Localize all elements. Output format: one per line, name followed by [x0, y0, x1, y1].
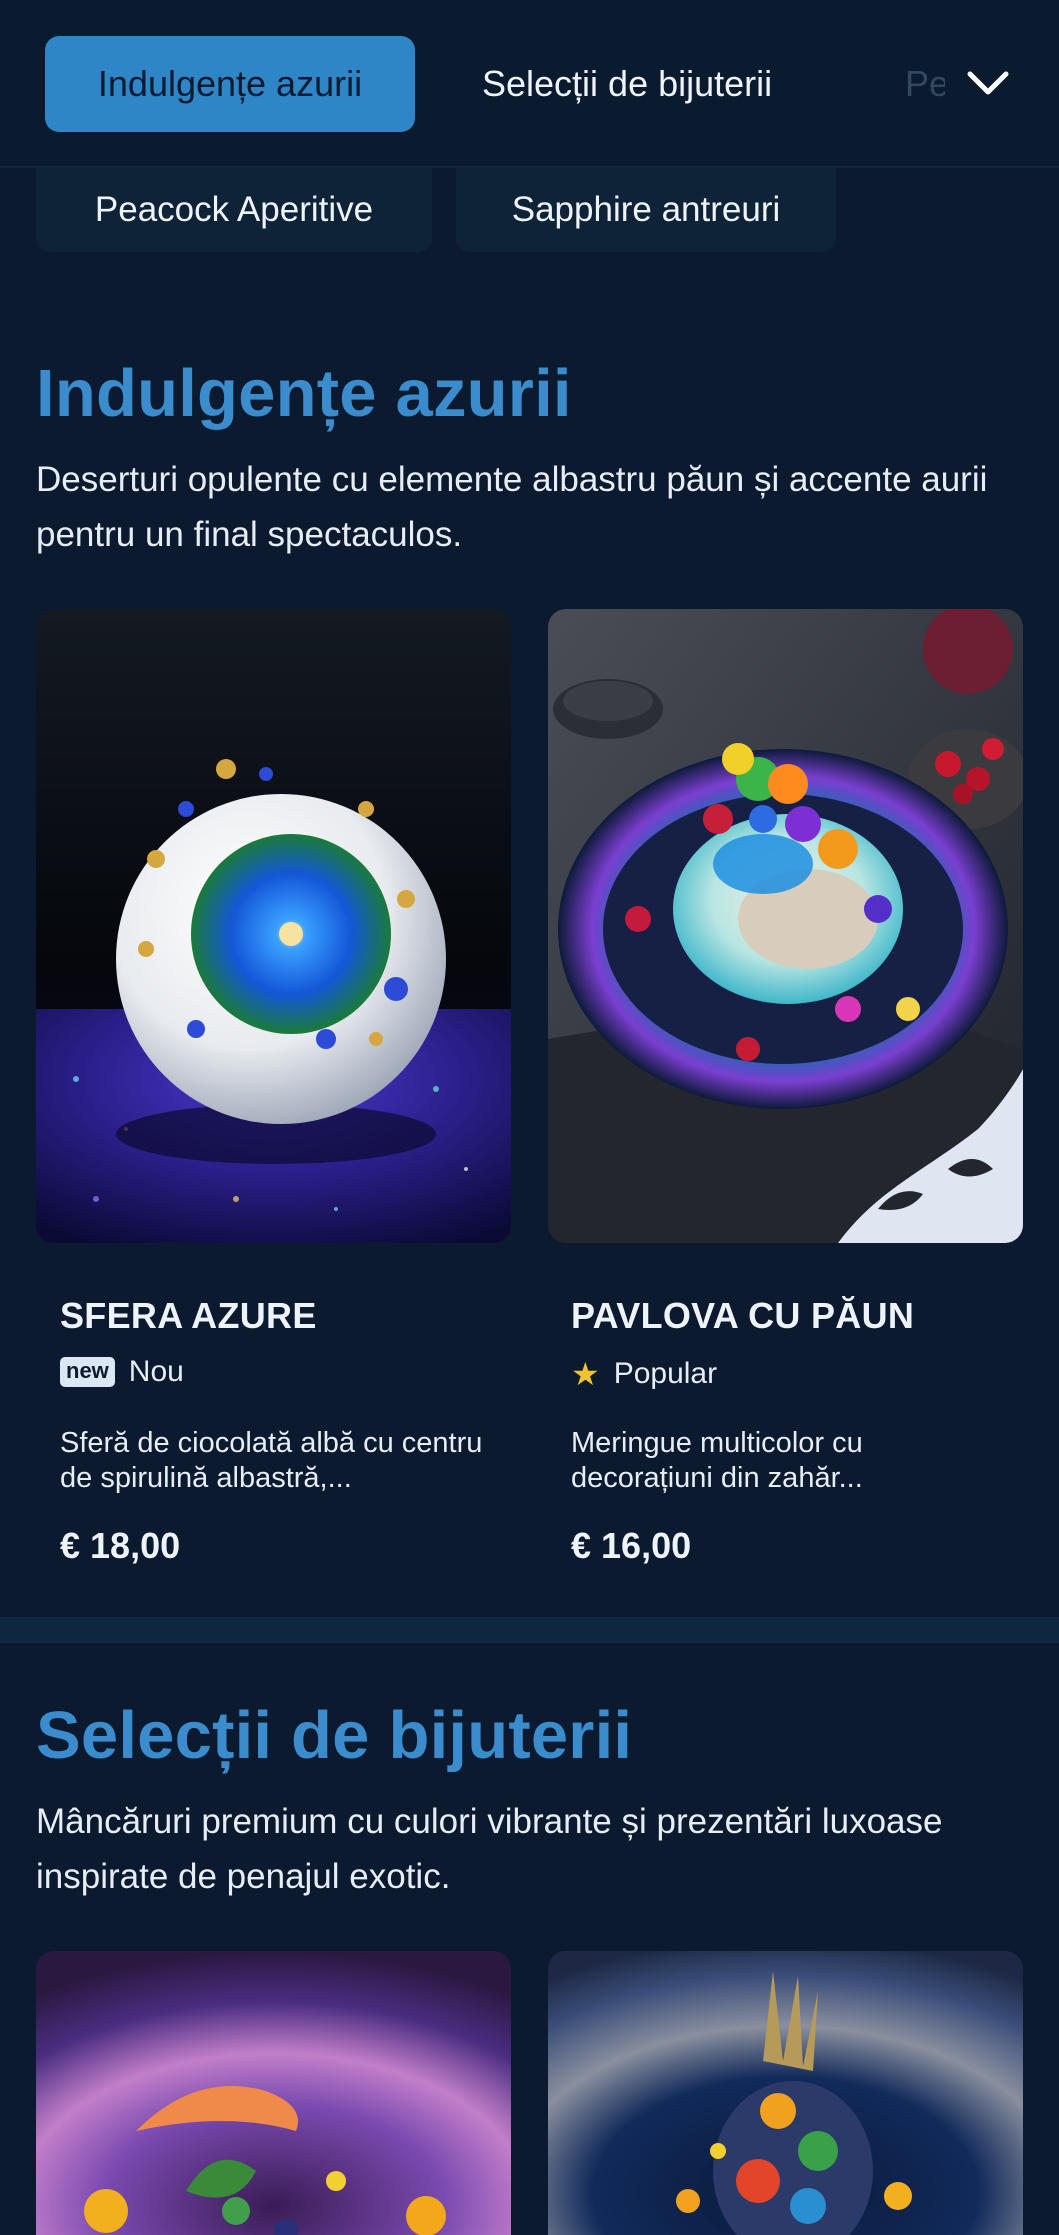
dish-name: PAVLOVA CU PĂUN	[571, 1295, 915, 1336]
dish-price: € 16,00	[571, 1525, 692, 1566]
dish-image-fish[interactable]	[548, 1951, 1023, 2235]
tab-label: Peacock	[905, 63, 945, 104]
dish-badge-new: new Nou	[60, 1355, 184, 1389]
category-nav-bar: Indulgențe azurii Selecții de bijuterii …	[0, 0, 1059, 168]
section-title: Selecții de bijuterii	[36, 1698, 633, 1773]
subtab-label: Peacock Aperitive	[94, 190, 374, 229]
new-badge-pill: new	[60, 1357, 115, 1387]
subtab-peacock-aperitive[interactable]: Peacock Aperitive	[36, 168, 432, 252]
tab-indulgente-azurii[interactable]: Indulgențe azurii	[45, 36, 415, 132]
dish-description: Meringue multicolor cu decorațiuni din z…	[571, 1427, 863, 1494]
badge-label: Nou	[128, 1355, 184, 1388]
dish-image-pavlova-cu-paun[interactable]	[548, 609, 1023, 1243]
section-title: Indulgențe azurii	[36, 356, 572, 431]
chevron-down-icon[interactable]	[965, 60, 1011, 106]
tab-label: Indulgențe azurii	[97, 63, 363, 104]
tab-selectii-de-bijuterii[interactable]: Selecții de bijuterii	[482, 36, 772, 132]
dish-badge-popular: ★ Popular	[571, 1355, 717, 1393]
section-divider	[0, 1617, 1059, 1643]
dish-image-shrimp[interactable]	[36, 1951, 511, 2235]
dish-description: Sferă de ciocolată albă cu centru de spi…	[60, 1427, 483, 1494]
tab-label: Selecții de bijuterii	[482, 63, 773, 104]
dish-price: € 18,00	[60, 1525, 181, 1566]
section-description: Mâncăruri premium cu culori vibrante și …	[36, 1802, 943, 1896]
subtab-label: Sapphire antreuri	[511, 190, 781, 229]
dish-image-sfera-azure[interactable]	[36, 609, 511, 1243]
star-icon: ★	[571, 1356, 600, 1392]
badge-label: Popular	[613, 1357, 718, 1390]
section-description: Deserturi opulente cu elemente albastru …	[36, 460, 988, 554]
category-subnav: Peacock Aperitive Sapphire antreuri	[0, 168, 1059, 256]
dish-name: SFERA AZURE	[60, 1295, 317, 1336]
tab-peacock-partial[interactable]: Peacock	[905, 36, 945, 132]
subtab-sapphire-antreuri[interactable]: Sapphire antreuri	[456, 168, 836, 252]
